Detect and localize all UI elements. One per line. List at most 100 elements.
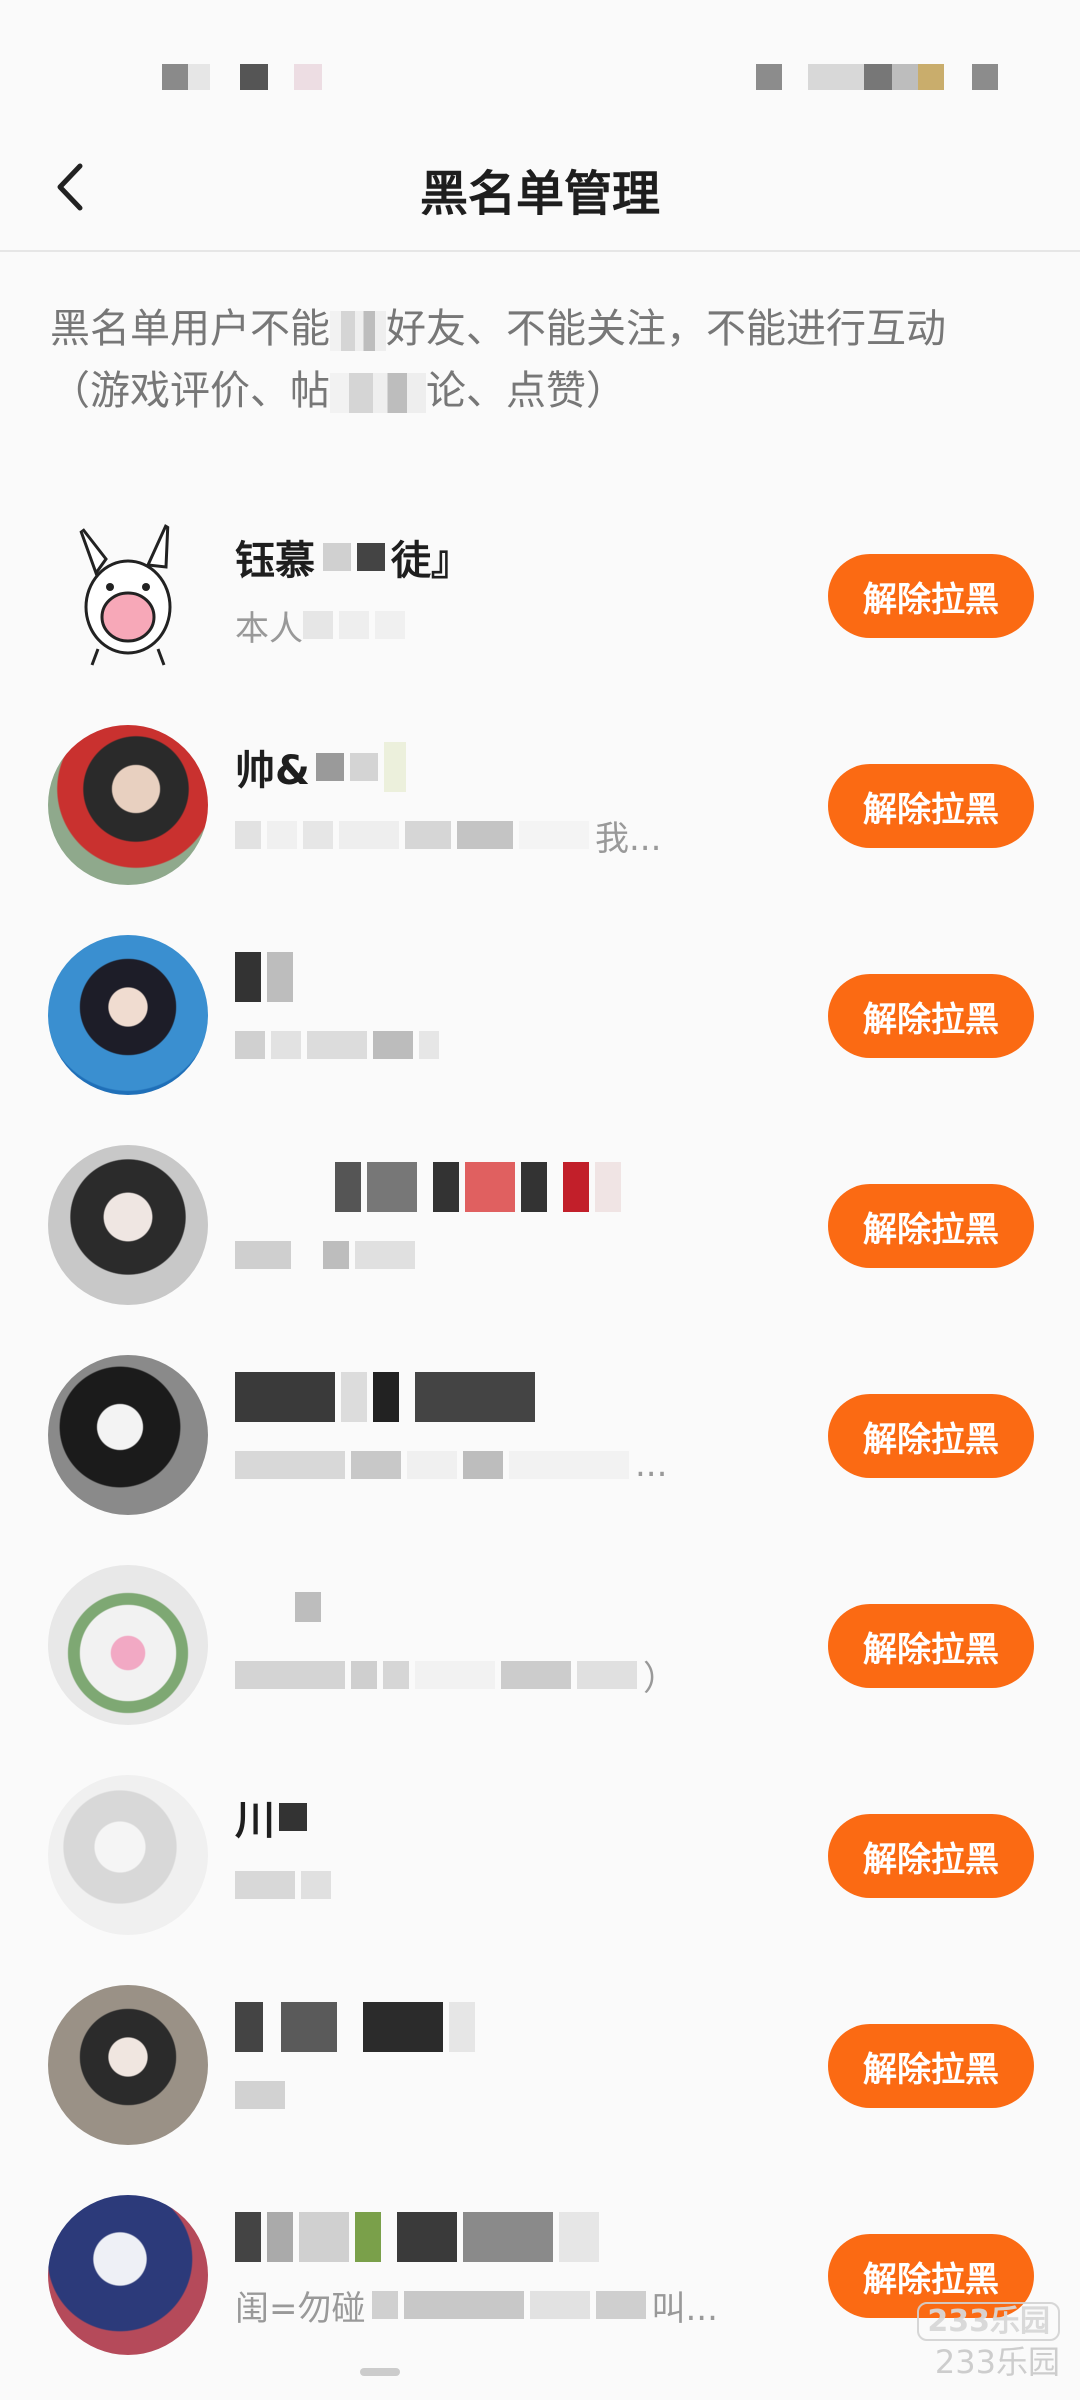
censored-block	[577, 1661, 637, 1689]
censored-block	[295, 1592, 321, 1622]
unblock-button[interactable]: 解除拉黑	[828, 974, 1034, 1058]
status-pixel	[188, 64, 210, 90]
user-name	[235, 950, 299, 1004]
blocked-user-row: ） 解除拉黑	[0, 1540, 1080, 1750]
status-pixel	[294, 64, 322, 90]
user-bio	[235, 1232, 421, 1278]
censored-block	[307, 1031, 367, 1059]
unblock-button[interactable]: 解除拉黑	[828, 1814, 1034, 1898]
blocked-user-row: 解除拉黑	[0, 1960, 1080, 2170]
user-name: 川	[235, 1790, 313, 1844]
censored-block	[405, 821, 451, 849]
nav-header: 黑名单管理	[0, 130, 1080, 252]
avatar	[48, 935, 208, 1095]
censored-block	[235, 2002, 263, 2052]
status-pixel	[808, 64, 864, 90]
censored-block	[407, 1451, 457, 1479]
censored-block	[559, 2212, 599, 2262]
blacklist-notice: 黑名单用户不能 好友、不能关注，不能进行互动 （游戏评价、帖 论、点赞）	[50, 298, 1040, 422]
user-name-text: 钰慕	[235, 538, 315, 584]
censored-block	[267, 2212, 293, 2262]
censored-block	[529, 2291, 590, 2319]
unblock-button[interactable]: 解除拉黑	[828, 1394, 1034, 1478]
user-name-text: 川	[235, 1798, 275, 1844]
blocked-user-list: 钰慕 徒』 本人 解除拉黑 帅& 我... 解除拉黑 解除拉黑 解除拉黑 ...…	[0, 490, 1080, 2380]
user-name-text: 徒』	[391, 538, 471, 584]
censored-block	[235, 1031, 265, 1059]
censored-block	[341, 1372, 367, 1422]
censored-block	[563, 1162, 589, 1212]
blocked-user-row: 川 解除拉黑	[0, 1750, 1080, 1960]
avatar	[48, 1985, 208, 2145]
censored-block	[349, 753, 378, 781]
unblock-button[interactable]: 解除拉黑	[828, 764, 1034, 848]
censored-block	[355, 1241, 415, 1269]
bunny-avatar-image	[76, 520, 172, 666]
status-pixel	[972, 64, 998, 90]
censored-block	[235, 1661, 345, 1689]
censored-block	[519, 821, 589, 849]
censored-block	[595, 1162, 621, 1212]
censored-block	[521, 1162, 547, 1212]
avatar	[48, 1565, 208, 1725]
user-name-text: 帅&	[235, 748, 310, 794]
censored-block	[339, 611, 369, 639]
notice-line-1: 黑名单用户不能 好友、不能关注，不能进行互动	[50, 298, 1040, 360]
watermark-text: 233乐园	[934, 2343, 1060, 2381]
user-bio	[235, 2072, 291, 2118]
censored-block	[235, 2081, 285, 2109]
censored-block	[235, 1372, 335, 1422]
censored-block	[403, 2291, 524, 2319]
censored-block	[235, 2212, 261, 2262]
user-bio: 闺=勿碰 叫...	[235, 2282, 718, 2329]
censored-block	[355, 2212, 381, 2262]
unblock-button[interactable]: 解除拉黑	[828, 554, 1034, 638]
user-bio-text: 闺=勿碰	[235, 2288, 366, 2329]
notice-text: 好友、不能关注，不能进行互动	[386, 306, 946, 352]
censored-block	[397, 2212, 457, 2262]
censored-block	[323, 543, 351, 571]
avatar	[48, 1145, 208, 1305]
censored-block	[323, 1241, 349, 1269]
status-pixel	[918, 64, 944, 90]
censored-block	[235, 1241, 291, 1269]
user-name	[235, 2000, 481, 2054]
notice-line-2: （游戏评价、帖 论、点赞）	[50, 360, 1040, 422]
censored-block	[465, 1162, 515, 1212]
censored-block	[267, 952, 293, 1002]
censored-text	[330, 311, 386, 351]
user-bio-text: 我...	[595, 818, 662, 859]
watermark: 233乐园 233乐园	[917, 2300, 1060, 2382]
avatar	[48, 1355, 208, 1515]
censored-block	[415, 1372, 535, 1422]
user-name: 钰慕 徒』	[235, 530, 471, 584]
blocked-user-row: 解除拉黑	[0, 910, 1080, 1120]
user-bio: 本人	[235, 602, 411, 649]
censored-block	[449, 2002, 475, 2052]
blocked-user-row: ... 解除拉黑	[0, 1330, 1080, 1540]
censored-block	[281, 2002, 337, 2052]
censored-block	[367, 1162, 417, 1212]
user-bio: ...	[235, 1442, 667, 1488]
censored-block	[235, 821, 261, 849]
user-bio	[235, 1862, 337, 1908]
unblock-button[interactable]: 解除拉黑	[828, 1604, 1034, 1688]
blocked-user-row: 钰慕 徒』 本人 解除拉黑	[0, 490, 1080, 700]
censored-block	[351, 1661, 377, 1689]
unblock-button[interactable]: 解除拉黑	[828, 2024, 1034, 2108]
user-name	[235, 1370, 541, 1424]
avatar	[48, 2195, 208, 2355]
censored-block	[463, 1451, 503, 1479]
status-bar	[0, 0, 1080, 130]
blocked-user-row: 帅& 我... 解除拉黑	[0, 700, 1080, 910]
censored-block	[301, 1871, 331, 1899]
user-bio: ）	[235, 1652, 677, 1699]
censored-block	[235, 1871, 295, 1899]
user-name	[235, 2210, 605, 2264]
user-name: 帅&	[235, 740, 412, 794]
censored-block	[267, 821, 297, 849]
blocked-user-row: 解除拉黑	[0, 1120, 1080, 1330]
unblock-button[interactable]: 解除拉黑	[828, 1184, 1034, 1268]
censored-block	[433, 1162, 459, 1212]
censored-block	[415, 1661, 495, 1689]
